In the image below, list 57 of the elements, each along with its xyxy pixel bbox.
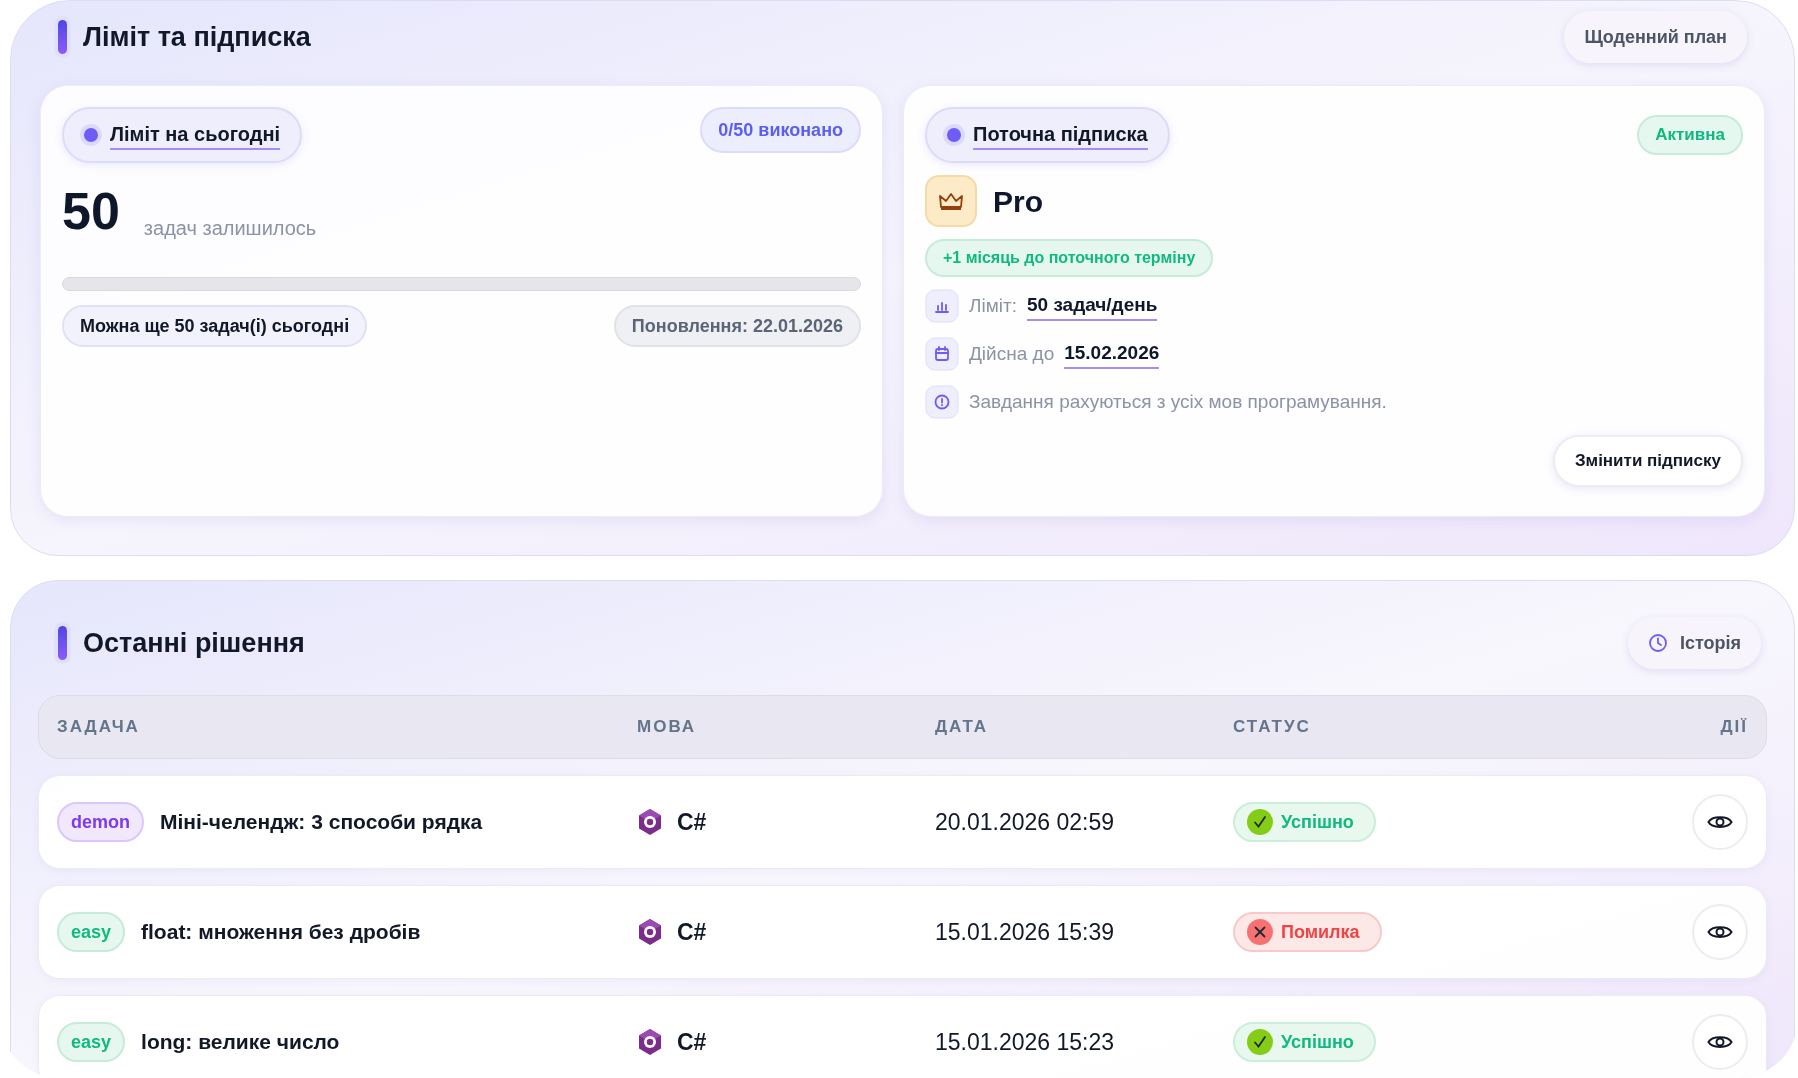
info-icon: [925, 385, 959, 419]
column-header: МОВА: [637, 716, 698, 739]
task-title: float: множення без дробів: [141, 919, 421, 946]
done-badge: 0/50 виконано: [700, 107, 861, 153]
history-button[interactable]: Історія: [1627, 617, 1761, 669]
difficulty-tag: easy: [57, 1022, 126, 1062]
plan-name: Pro: [993, 183, 1043, 220]
difficulty-tag: easy: [57, 912, 126, 952]
bonus-badge: +1 місяць до поточного терміну: [925, 239, 1214, 277]
column-header: ДІЇ: [1720, 716, 1748, 739]
view-button[interactable]: [1692, 794, 1748, 850]
bar-chart-icon: [925, 289, 959, 323]
remaining-label: задач залишилось: [143, 216, 317, 241]
status-badge: Помилка: [1233, 912, 1382, 952]
status-badge: Успішно: [1233, 802, 1376, 842]
column-header: СТАТУС: [1233, 716, 1312, 739]
section-title: Ліміт та підписка: [83, 20, 311, 54]
crown-icon: [925, 175, 977, 227]
view-button[interactable]: [1692, 1014, 1748, 1070]
language-label: C#: [677, 917, 707, 947]
status-badge: Успішно: [1233, 1022, 1376, 1062]
detail-value: 15.02.2026: [1064, 338, 1160, 370]
card-heading-text: Ліміт на сьогодні: [110, 120, 281, 150]
task-title: Міні-челендж: 3 способи рядка: [160, 809, 483, 836]
card-heading-text: Поточна підписка: [973, 120, 1148, 150]
view-button[interactable]: [1692, 904, 1748, 960]
task-title: long: велике число: [141, 1029, 340, 1056]
eye-icon: [1707, 813, 1733, 831]
eye-icon: [1707, 1033, 1733, 1051]
clock-icon: [1647, 633, 1668, 653]
csharp-logo-icon: [637, 808, 663, 836]
language-label: C#: [677, 1027, 707, 1057]
section-title: Останні рішення: [83, 626, 305, 660]
language-label: C#: [677, 807, 707, 837]
remaining-count: 50: [62, 185, 120, 237]
daily-plan-button[interactable]: Щоденний план: [1564, 11, 1747, 63]
detail-label: Ліміт:: [969, 293, 1017, 318]
cross-icon: [1247, 919, 1273, 945]
change-subscription-button[interactable]: Змінити підписку: [1552, 435, 1743, 487]
date-cell-text: 15.01.2026 15:23: [935, 1027, 1116, 1057]
date-cell-text: 15.01.2026 15:39: [935, 917, 1116, 947]
check-icon: [1247, 1029, 1273, 1055]
csharp-logo-icon: [637, 1028, 663, 1056]
renewal-date: Поновлення: 22.01.2026: [613, 305, 861, 347]
difficulty-tag: demon: [57, 802, 144, 842]
column-header: ДАТА: [935, 716, 990, 739]
remaining-note: Можна ще 50 задач(і) сьогодні: [62, 305, 368, 347]
check-icon: [1247, 809, 1273, 835]
date-cell-text: 20.01.2026 02:59: [935, 807, 1116, 837]
calendar-icon: [925, 337, 959, 371]
eye-icon: [1707, 923, 1733, 941]
csharp-logo-icon: [637, 918, 663, 946]
detail-label: Завдання рахуються з усіх мов програмування.: [969, 389, 1387, 414]
active-badge: Активна: [1637, 115, 1743, 155]
detail-label: Дійсна до: [969, 341, 1055, 366]
column-header: ЗАДАЧА: [57, 716, 141, 739]
detail-value: 50 задач/день: [1026, 290, 1158, 322]
